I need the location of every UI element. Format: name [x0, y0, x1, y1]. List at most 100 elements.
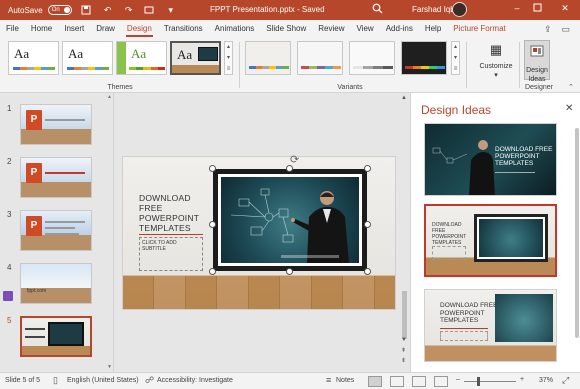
tab-add-ins[interactable]: Add-ins: [380, 20, 419, 38]
canvas-scrollbar[interactable]: ▲ ▼ ⇞ ⇟: [400, 93, 409, 372]
collapse-ribbon-icon[interactable]: ⌃: [568, 83, 574, 91]
zoom-out-icon[interactable]: –: [456, 376, 460, 383]
scroll-up-icon[interactable]: ▴: [454, 44, 457, 50]
idea-picture: [495, 294, 553, 342]
redo-icon[interactable]: ↷: [123, 5, 135, 16]
normal-view-icon[interactable]: [368, 376, 382, 387]
restore-icon[interactable]: [533, 3, 547, 12]
tab-file[interactable]: File: [0, 20, 25, 38]
spelling-check-icon[interactable]: ▯: [53, 375, 58, 386]
slide-thumbnail[interactable]: P: [20, 104, 92, 145]
scroll-down-icon[interactable]: ▾: [454, 55, 457, 61]
tab-review[interactable]: Review: [312, 20, 350, 38]
tab-draw[interactable]: Draw: [90, 20, 121, 38]
slide-thumbnail[interactable]: fppt.com: [20, 263, 92, 304]
slide-thumbnail-item[interactable]: 5: [0, 316, 113, 360]
notes-icon[interactable]: ≡: [326, 375, 331, 385]
search-icon[interactable]: [372, 3, 383, 14]
design-idea-2-selected[interactable]: DOWNLOAD FREE POWERPOINT TEMPLATES: [424, 204, 557, 277]
scrollbar-thumb[interactable]: [402, 291, 407, 339]
autosave-toggle[interactable]: On: [47, 5, 72, 15]
variant-1[interactable]: [245, 41, 291, 75]
save-icon[interactable]: [81, 5, 93, 15]
design-idea-3[interactable]: DOWNLOAD FREE POWERPOINT TEMPLATES: [424, 289, 557, 362]
comments-icon[interactable]: ▭: [561, 24, 570, 35]
avatar[interactable]: [452, 2, 467, 17]
rotate-handle-icon[interactable]: ⟳: [290, 153, 299, 166]
tab-transitions[interactable]: Transitions: [158, 20, 209, 38]
present-icon[interactable]: [144, 5, 156, 15]
slide-title[interactable]: DOWNLOAD FREE POWERPOINT TEMPLATES: [139, 193, 215, 233]
tab-picture-format[interactable]: Picture Format: [447, 20, 511, 38]
tab-help[interactable]: Help: [419, 20, 447, 38]
resize-handle[interactable]: [286, 268, 293, 275]
slide-sorter-view-icon[interactable]: [390, 376, 404, 387]
previous-slide-icon[interactable]: ⇞: [401, 347, 406, 354]
scroll-up-icon[interactable]: ▴: [227, 44, 230, 50]
next-slide-icon[interactable]: ⇟: [401, 357, 406, 364]
zoom-slider-thumb[interactable]: [477, 377, 480, 386]
accessibility-status[interactable]: Accessibility: Investigate: [157, 377, 233, 384]
theme-office[interactable]: Aa: [8, 41, 59, 75]
zoom-level[interactable]: 37%: [539, 377, 553, 384]
theme-facet[interactable]: Aa: [116, 41, 167, 75]
close-icon[interactable]: ✕: [558, 3, 572, 14]
zoom-slider-track[interactable]: [464, 381, 516, 382]
more-icon[interactable]: ≡: [454, 66, 458, 72]
variant-2[interactable]: [297, 41, 343, 75]
slide-thumbnail[interactable]: P: [20, 210, 92, 251]
minimize-icon[interactable]: –: [510, 3, 524, 13]
themes-gallery-scroll[interactable]: ▴ ▾ ≡: [224, 41, 233, 75]
scroll-up-icon[interactable]: ▲: [107, 94, 112, 100]
slide-thumbnail-item[interactable]: 2 P: [0, 157, 113, 201]
share-icon[interactable]: ⇪: [544, 24, 552, 35]
notes-button[interactable]: Notes: [336, 377, 354, 384]
tab-view[interactable]: View: [351, 20, 380, 38]
tab-design[interactable]: Design: [121, 20, 158, 38]
slide-thumbnail-item[interactable]: 4 fppt.com: [0, 263, 113, 307]
subtitle-placeholder[interactable]: CLICK TO ADD SUBTITLE: [139, 237, 203, 271]
resize-handle[interactable]: [209, 221, 216, 228]
slide-thumbnail-selected[interactable]: [20, 316, 92, 357]
tab-home[interactable]: Home: [25, 20, 58, 38]
slide-thumbnail-item[interactable]: 1 P: [0, 104, 113, 148]
resize-handle[interactable]: [286, 165, 293, 172]
language-indicator[interactable]: English (United States): [67, 377, 139, 384]
slide-picture[interactable]: [213, 169, 367, 271]
scroll-down-icon[interactable]: ▼: [401, 337, 407, 343]
customize-button[interactable]: ▦ Customize ▾: [476, 40, 516, 80]
theme-office-2[interactable]: Aa: [62, 41, 113, 75]
slide-thumbnail-item[interactable]: 3 P: [0, 210, 113, 254]
slideshow-view-icon[interactable]: [434, 376, 448, 387]
scroll-down-icon[interactable]: ▾: [227, 55, 230, 61]
theme-current[interactable]: Aa: [170, 41, 221, 75]
close-icon[interactable]: ✕: [565, 103, 573, 114]
scroll-up-icon[interactable]: ▲: [401, 95, 407, 101]
variants-gallery-scroll[interactable]: ▴ ▾ ≡: [451, 41, 460, 75]
resize-handle[interactable]: [209, 268, 216, 275]
tab-insert[interactable]: Insert: [58, 20, 90, 38]
tab-slide-show[interactable]: Slide Show: [260, 20, 312, 38]
undo-icon[interactable]: ↶: [102, 5, 114, 16]
zoom-in-icon[interactable]: +: [520, 376, 524, 383]
resize-handle[interactable]: [209, 165, 216, 172]
comment-indicator-icon[interactable]: [3, 291, 13, 301]
tab-animations[interactable]: Animations: [209, 20, 261, 38]
scrollbar-thumb[interactable]: [575, 128, 579, 338]
variant-3[interactable]: [349, 41, 395, 75]
resize-handle[interactable]: [364, 165, 371, 172]
scroll-down-icon[interactable]: ▼: [107, 364, 112, 370]
resize-handle[interactable]: [364, 221, 371, 228]
slide-thumbnail[interactable]: P: [20, 157, 92, 198]
design-idea-1[interactable]: DOWNLOAD FREE POWERPOINT TEMPLATES: [424, 123, 557, 196]
customize-icon[interactable]: ▾: [165, 5, 177, 16]
more-icon[interactable]: ≡: [227, 66, 231, 72]
accessibility-icon[interactable]: ☍: [145, 375, 154, 386]
design-ideas-scrollbar[interactable]: [575, 120, 580, 370]
reading-view-icon[interactable]: [412, 376, 426, 387]
variant-4[interactable]: [401, 41, 447, 75]
design-ideas-button[interactable]: Design Ideas: [524, 40, 550, 83]
fit-slide-icon[interactable]: ⤢: [562, 375, 569, 386]
current-slide[interactable]: DOWNLOAD FREE POWERPOINT TEMPLATES CLICK…: [122, 156, 396, 310]
resize-handle[interactable]: [364, 268, 371, 275]
